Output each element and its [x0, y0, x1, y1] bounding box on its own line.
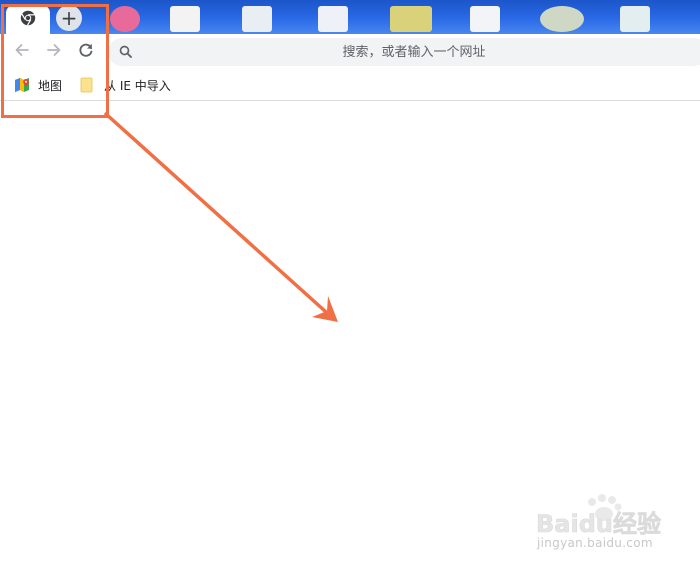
back-button[interactable] — [8, 38, 36, 66]
new-tab-button[interactable]: + — [56, 5, 82, 31]
screenshot-page: + 搜索，或者输入一个网址 地图 从 IE 中导入 Baidu经验 jingya… — [0, 0, 700, 570]
bookmark-import-from-ie[interactable]: 从 IE 中导入 — [80, 74, 171, 96]
search-icon — [118, 44, 134, 60]
bookmark-label: 从 IE 中导入 — [104, 78, 171, 93]
watermark-brand: Baidu经验 — [536, 510, 661, 538]
bookmark-label: 地图 — [38, 78, 63, 93]
reload-button[interactable] — [72, 38, 100, 66]
bookmark-maps[interactable]: 地图 — [14, 74, 62, 96]
omnibox[interactable] — [108, 38, 700, 66]
bookmarks-bar: 地图 从 IE 中导入 — [0, 70, 700, 101]
tab-bar: + — [0, 0, 700, 34]
chrome-icon — [20, 10, 36, 30]
folder-icon — [80, 77, 96, 93]
watermark-url: jingyan.baidu.com — [537, 536, 653, 550]
baidu-jingyan-watermark: Baidu经验 — [536, 494, 661, 538]
google-maps-icon — [14, 77, 30, 93]
tab-new-tab[interactable] — [6, 5, 50, 34]
browser-toolbar — [0, 34, 700, 70]
arrow-left-icon — [13, 41, 31, 63]
arrow-right-icon — [45, 41, 63, 63]
forward-button[interactable] — [40, 38, 68, 66]
omnibox-input[interactable] — [144, 38, 684, 66]
reload-icon — [77, 41, 95, 63]
